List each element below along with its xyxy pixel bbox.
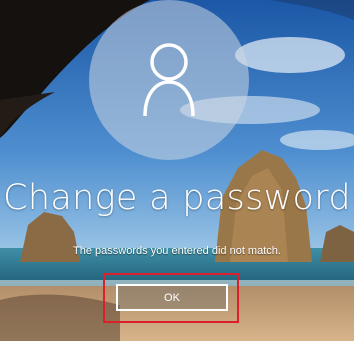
ok-button[interactable]: OK xyxy=(116,284,228,311)
page-title: Change a password xyxy=(3,178,351,218)
user-icon xyxy=(143,43,195,117)
error-message: The passwords you entered did not match. xyxy=(73,245,281,257)
user-avatar xyxy=(89,0,249,160)
